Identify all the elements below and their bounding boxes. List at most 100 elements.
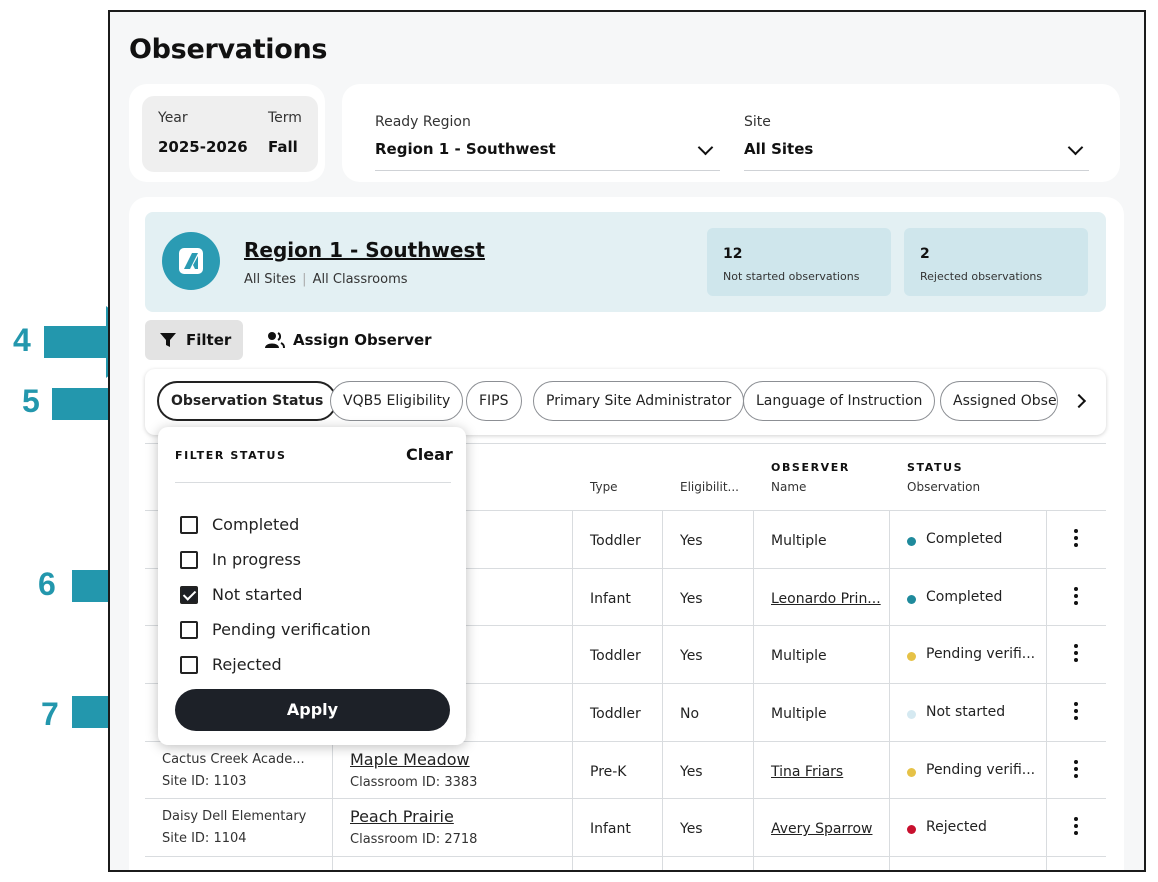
row-menu-icon[interactable] — [1074, 587, 1078, 608]
dropdown-divider — [175, 482, 451, 483]
type-cell: Pre-K — [590, 764, 627, 780]
col-header-eligibility[interactable]: Eligibilit... — [680, 480, 739, 494]
chip-assigned-observer[interactable]: Assigned Observer — [940, 381, 1058, 421]
year-term-selector[interactable]: Year 2025-2026 Term Fall — [142, 96, 318, 172]
region-select[interactable]: Ready Region Region 1 - Southwest — [375, 102, 720, 171]
chip-vqb5-eligibility[interactable]: VQB5 Eligibility — [330, 381, 464, 421]
region-title-link[interactable]: Region 1 - Southwest — [244, 238, 485, 262]
chip-primary-site-administrator[interactable]: Primary Site Administrator — [533, 381, 745, 421]
status-cell: Completed — [926, 531, 1003, 547]
checkbox-icon[interactable] — [180, 621, 198, 639]
stat-label: Rejected observations — [920, 270, 1043, 283]
row-menu-icon[interactable] — [1074, 702, 1078, 723]
chip-fips[interactable]: FIPS — [466, 381, 522, 421]
site-select-value: All Sites — [744, 140, 814, 158]
status-cell: Completed — [926, 589, 1003, 605]
checkbox-icon[interactable] — [180, 516, 198, 534]
eligibility-cell: Yes — [680, 764, 703, 780]
observer-cell: Multiple — [771, 648, 827, 664]
status-dot — [907, 595, 916, 604]
col-group-status: STATUS — [907, 461, 964, 474]
observer-link[interactable]: Avery Sparrow — [771, 821, 872, 837]
assign-observer-button[interactable]: Assign Observer — [262, 320, 462, 360]
chevron-right-icon[interactable] — [1071, 393, 1087, 409]
status-dot — [907, 768, 916, 777]
site-select[interactable]: Site All Sites — [744, 102, 1089, 171]
table-row[interactable]: Daisy Dell Elementary Site ID: 1104 Peac… — [145, 799, 1106, 856]
option-label: Not started — [212, 585, 303, 604]
status-cell: Pending verifi... — [926, 762, 1036, 778]
eligibility-cell: Yes — [680, 648, 703, 664]
filter-chip-bar: Observation Status VQB5 Eligibility FIPS… — [145, 369, 1106, 435]
term-value: Fall — [268, 138, 298, 156]
checkbox-icon[interactable] — [180, 551, 198, 569]
status-cell: Rejected — [926, 819, 987, 835]
stat-not-started[interactable]: 12 Not started observations — [707, 228, 891, 296]
type-cell: Toddler — [590, 648, 641, 664]
callout-number-5: 5 — [22, 383, 40, 419]
region-scope: All Sites | All Classrooms — [244, 272, 408, 287]
status-cell: Not started — [926, 704, 1006, 720]
eligibility-cell: Yes — [680, 533, 703, 549]
option-label: Completed — [212, 515, 300, 534]
col-group-observer: OBSERVER — [771, 461, 850, 474]
app-window: Observations Year 2025-2026 Term Fall Re… — [108, 10, 1146, 872]
scope-sites: All Sites — [244, 272, 296, 287]
eligibility-cell: Yes — [680, 591, 703, 607]
callout-number-7: 7 — [41, 696, 59, 732]
type-cell: Toddler — [590, 533, 641, 549]
observer-cell: Multiple — [771, 706, 827, 722]
site-id: Site ID: 1104 — [162, 831, 247, 846]
row-menu-icon[interactable] — [1074, 817, 1078, 838]
option-label: Pending verification — [212, 620, 371, 639]
col-header-observation-status[interactable]: Observation — [907, 480, 980, 494]
site-name: Daisy Dell Elementary — [162, 809, 307, 824]
site-select-underline — [744, 170, 1089, 171]
eligibility-cell: No — [680, 706, 700, 722]
row-menu-icon[interactable] — [1074, 760, 1078, 781]
site-select-label: Site — [744, 114, 771, 130]
term-label: Term — [268, 110, 302, 126]
classroom-id: Classroom ID: 2718 — [350, 832, 478, 847]
observer-link[interactable]: Leonardo Prin... — [771, 591, 881, 607]
status-dot — [907, 652, 916, 661]
checkbox-icon[interactable] — [180, 656, 198, 674]
chip-observation-status[interactable]: Observation Status — [157, 381, 338, 421]
stat-value: 2 — [920, 246, 930, 262]
row-menu-icon[interactable] — [1074, 644, 1078, 665]
classroom-name-link[interactable]: Peach Prairie — [350, 807, 454, 826]
option-label: In progress — [212, 550, 302, 569]
row-menu-icon[interactable] — [1074, 529, 1078, 550]
type-cell: Toddler — [590, 706, 641, 722]
region-logo-icon — [162, 232, 220, 290]
stat-rejected[interactable]: 2 Rejected observations — [904, 228, 1088, 296]
year-label: Year — [158, 110, 188, 126]
user-group-icon — [265, 332, 285, 349]
classroom-id: Classroom ID: 3383 — [350, 775, 478, 790]
checkbox-checked-icon[interactable] — [180, 586, 198, 604]
filter-icon — [160, 333, 176, 347]
chip-language-of-instruction[interactable]: Language of Instruction — [743, 381, 936, 421]
stat-label: Not started observations — [723, 270, 860, 283]
col-header-type[interactable]: Type — [590, 480, 618, 494]
col-header-observer-name[interactable]: Name — [771, 480, 806, 494]
observer-cell: Multiple — [771, 533, 827, 549]
type-cell: Infant — [590, 591, 631, 607]
apply-button[interactable]: Apply — [175, 689, 450, 731]
assign-observer-label: Assign Observer — [293, 331, 432, 349]
filter-button-label: Filter — [186, 331, 232, 349]
clear-button[interactable]: Clear — [406, 445, 453, 464]
status-dot — [907, 710, 916, 719]
observer-link[interactable]: Tina Friars — [771, 764, 843, 780]
stat-value: 12 — [723, 246, 743, 262]
region-select-underline — [375, 170, 720, 171]
chevron-down-icon — [1067, 139, 1084, 156]
page-title: Observations — [129, 34, 328, 65]
chevron-down-icon — [697, 139, 714, 156]
table-row[interactable]: Cactus Creek Acade... Site ID: 1103 Mapl… — [145, 742, 1106, 799]
classroom-name-link[interactable]: Maple Meadow — [350, 750, 470, 769]
status-cell: Pending verifi... — [926, 646, 1036, 662]
filter-button[interactable]: Filter — [145, 320, 243, 360]
callout-number-6: 6 — [38, 566, 56, 602]
table-divider — [145, 856, 1106, 857]
